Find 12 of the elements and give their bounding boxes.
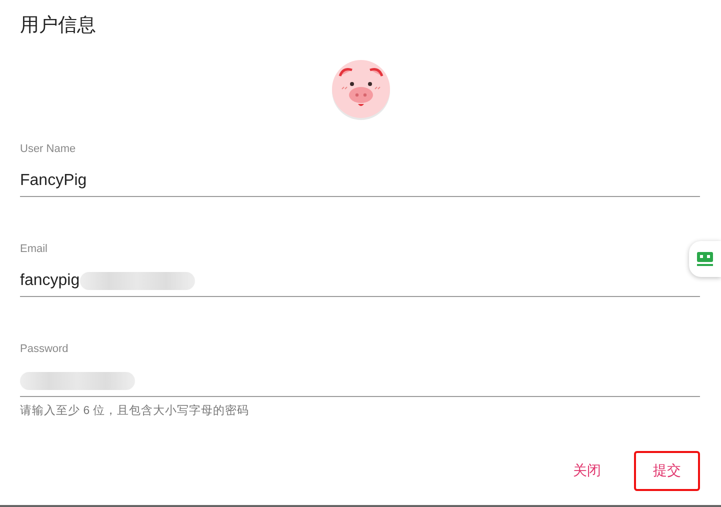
- robot-icon: [696, 251, 714, 267]
- pig-avatar-icon: [330, 58, 392, 120]
- close-button[interactable]: 关闭: [554, 451, 620, 491]
- input-field[interactable]: FancyPig: [20, 166, 700, 197]
- dialog-title: 用户信息: [20, 14, 96, 38]
- input-field[interactable]: fancypig: [20, 266, 700, 297]
- field-label: User Name: [20, 142, 76, 156]
- helper-text: 请输入至少 6 位，且包含大小写字母的密码: [20, 404, 249, 418]
- field-label: Email: [20, 242, 48, 256]
- field-label: Password: [20, 342, 68, 356]
- submit-button[interactable]: 提交: [634, 451, 700, 491]
- side-widget[interactable]: [689, 241, 721, 277]
